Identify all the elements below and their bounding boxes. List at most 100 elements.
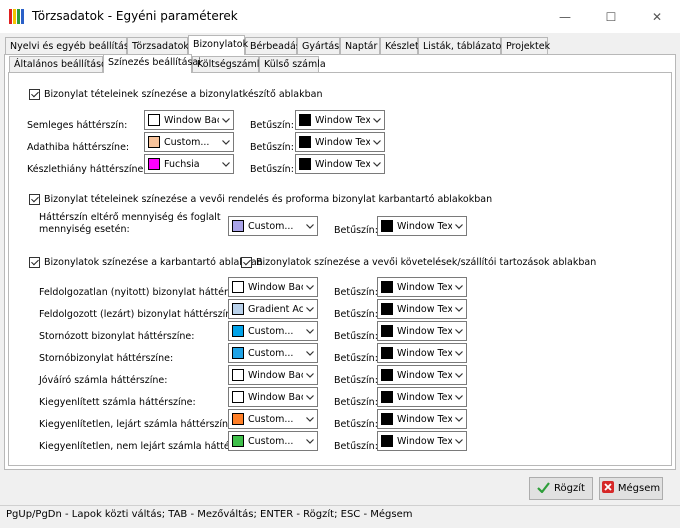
maximize-icon: ☐	[605, 9, 617, 24]
section3-row-fg-select[interactable]: Window Text	[377, 277, 467, 297]
close-icon: ✕	[651, 9, 663, 24]
section1-checkbox[interactable]: Bizonylat tételeinek színezése a bizonyl…	[29, 89, 323, 100]
select-value: Window Text	[397, 391, 452, 403]
color-swatch	[148, 114, 160, 126]
section3-row-bg-select[interactable]: Window Back	[228, 387, 318, 407]
section3-right-checkbox[interactable]: Bizonylatok színezése a vevői követelése…	[241, 257, 596, 268]
app-icon	[9, 9, 24, 24]
color-swatch	[232, 369, 244, 381]
color-swatch	[232, 325, 244, 337]
color-swatch	[232, 281, 244, 293]
color-swatch	[299, 158, 311, 170]
section3-row-bg-select[interactable]: Window Back	[228, 365, 318, 385]
section3-row-fg-select[interactable]: Window Text	[377, 343, 467, 363]
chevron-down-icon	[452, 278, 466, 296]
select-value: Window Text	[315, 158, 370, 170]
section3-row-fg-select[interactable]: Window Text	[377, 299, 467, 319]
section3-row-fg-select[interactable]: Window Text	[377, 387, 467, 407]
chevron-down-icon	[452, 388, 466, 406]
checkbox-icon	[29, 194, 40, 205]
section1-row0-label: Semleges háttérszín:	[27, 120, 128, 131]
tab-bizonylatok[interactable]: Bizonylatok	[188, 35, 248, 55]
select-value: Window Text	[397, 347, 452, 359]
section3-left-checkbox[interactable]: Bizonylatok színezése a karbantartó abla…	[29, 257, 263, 268]
section3-row-fg-label: Betűszín:	[334, 441, 378, 452]
section3-row-bg-select[interactable]: Window Back	[228, 277, 318, 297]
section3-row-bg-select[interactable]: Custom...	[228, 409, 318, 429]
chevron-down-icon	[219, 155, 233, 173]
section3-row-fg-select[interactable]: Window Text	[377, 409, 467, 429]
section3-row-bg-select[interactable]: Gradient Activ	[228, 299, 318, 319]
section1-row0-fg-select[interactable]: Window Text	[295, 110, 385, 130]
save-button-label: Rögzít	[554, 483, 585, 494]
color-swatch	[232, 435, 244, 447]
chevron-down-icon	[370, 133, 384, 151]
section1-row2-fg-select[interactable]: Window Text	[295, 154, 385, 174]
section2-checkbox-label: Bizonylat tételeinek színezése a vevői r…	[44, 194, 493, 205]
select-value: Window Text	[397, 435, 452, 447]
section3-row-bg-select[interactable]: Custom...	[228, 321, 318, 341]
chevron-down-icon	[452, 366, 466, 384]
chevron-down-icon	[452, 322, 466, 340]
tab-berbeadas[interactable]: Bérbeadás	[245, 37, 301, 54]
section3-row-fg-label: Betűszín:	[334, 375, 378, 386]
select-value: Window Back	[164, 114, 219, 126]
tab-projektek[interactable]: Projektek	[501, 37, 550, 54]
cancel-button[interactable]: Mégsem	[599, 477, 663, 500]
tab-nyelvi[interactable]: Nyelvi és egyéb beállítások	[5, 37, 140, 54]
tab-naptar[interactable]: Naptár	[340, 37, 380, 54]
section3-row-label: Feldolgozott (lezárt) bizonylat háttérsz…	[39, 309, 241, 320]
select-value: Window Text	[397, 413, 452, 425]
chevron-down-icon	[452, 300, 466, 318]
section2-label-line2: mennyiség esetén:	[39, 224, 130, 235]
color-swatch	[299, 114, 311, 126]
tab-keszlet[interactable]: Készlet	[380, 37, 419, 54]
chevron-down-icon	[452, 344, 466, 362]
save-button[interactable]: Rögzít	[529, 477, 593, 500]
section1-row2-fg-label: Betűszín:	[250, 164, 294, 175]
chevron-down-icon	[452, 410, 466, 428]
chevron-down-icon	[303, 344, 317, 362]
section3-row-label: Jóváíró számla háttérszíne:	[39, 375, 168, 386]
tab-gyartas[interactable]: Gyártás	[297, 37, 340, 54]
cancel-button-label: Mégsem	[617, 483, 661, 494]
section1-row0-bg-select[interactable]: Window Back	[144, 110, 234, 130]
section3-row-fg-label: Betűszín:	[334, 287, 378, 298]
section2-checkbox[interactable]: Bizonylat tételeinek színezése a vevői r…	[29, 194, 492, 205]
subtab-kulso-szamla[interactable]: Külső számla	[259, 56, 326, 72]
section1-row1-fg-select[interactable]: Window Text	[295, 132, 385, 152]
select-value: Window Back	[248, 369, 303, 381]
select-value: Custom...	[248, 435, 294, 447]
select-value: Window Text	[397, 369, 452, 381]
close-button[interactable]: ✕	[634, 0, 680, 33]
color-swatch	[381, 347, 393, 359]
subtab-koltsegszamla[interactable]: Költségszámla	[192, 56, 265, 72]
select-value: Window Text	[397, 220, 452, 232]
section1-row1-bg-select[interactable]: Custom...	[144, 132, 234, 152]
select-value: Custom...	[248, 325, 294, 337]
tab-torzsadatok[interactable]: Törzsadatok	[127, 37, 189, 54]
maximize-button[interactable]: ☐	[588, 0, 634, 33]
section3-row-label: Stornózott bizonylat háttérszíne:	[39, 331, 195, 342]
chevron-down-icon	[303, 322, 317, 340]
chevron-down-icon	[303, 300, 317, 318]
tab-listak[interactable]: Listák, táblázatok	[418, 37, 507, 54]
section2-bg-select[interactable]: Custom...	[228, 216, 318, 236]
checkmark-icon	[537, 481, 550, 496]
chevron-down-icon	[219, 133, 233, 151]
section3-row-fg-select[interactable]: Window Text	[377, 365, 467, 385]
section2-fg-select[interactable]: Window Text	[377, 216, 467, 236]
section3-row-fg-select[interactable]: Window Text	[377, 321, 467, 341]
section3-row-bg-select[interactable]: Custom...	[228, 343, 318, 363]
section3-row-label: Feldolgozatlan (nyitott) bizonylat hátté…	[39, 287, 256, 298]
section3-row-fg-label: Betűszín:	[334, 397, 378, 408]
minimize-button[interactable]: —	[542, 0, 588, 33]
chevron-down-icon	[452, 432, 466, 450]
section3-row-fg-select[interactable]: Window Text	[377, 431, 467, 451]
subtab-szinezes[interactable]: Színezés beállításai	[103, 54, 201, 73]
subtab-altalanos[interactable]: Általános beállítások	[9, 56, 112, 72]
color-swatch	[381, 369, 393, 381]
checkbox-icon	[241, 257, 252, 268]
section3-row-bg-select[interactable]: Custom...	[228, 431, 318, 451]
section1-row2-bg-select[interactable]: Fuchsia	[144, 154, 234, 174]
